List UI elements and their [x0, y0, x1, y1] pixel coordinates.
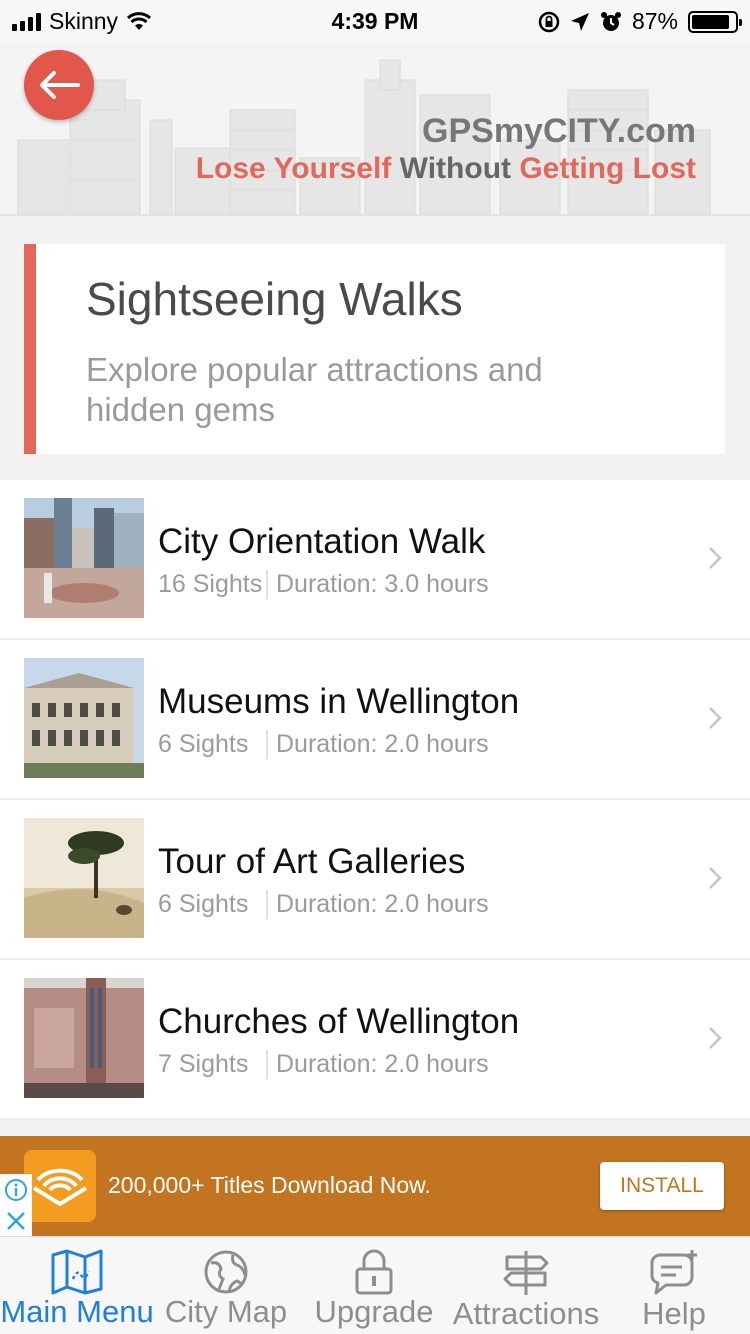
walk-duration: Duration: 2.0 hours	[276, 890, 489, 918]
map-icon	[51, 1249, 103, 1295]
tagline: Lose Yourself Without Getting Lost	[196, 152, 696, 186]
tab-label: Help	[642, 1296, 706, 1331]
tab-main-menu[interactable]: Main Menu	[0, 1237, 154, 1334]
list-item-churches-of-wellington[interactable]: Churches of Wellington 7 Sights Duration…	[0, 960, 750, 1120]
chevron-right-icon	[709, 867, 722, 889]
list-item-city-orientation-walk[interactable]: City Orientation Walk 16 Sights Duration…	[0, 480, 750, 640]
chevron-right-icon	[709, 707, 722, 729]
tab-label: Attractions	[452, 1296, 600, 1331]
location-arrow-icon	[570, 12, 589, 31]
walk-duration: Duration: 2.0 hours	[276, 1050, 489, 1078]
status-right: 87%	[538, 8, 742, 35]
walk-meta: 6 Sights Duration: 2.0 hours	[158, 890, 489, 919]
tab-label: Upgrade	[314, 1294, 434, 1329]
list-item-tour-of-art-galleries[interactable]: Tour of Art Galleries 6 Sights Duration:…	[0, 800, 750, 960]
info-icon[interactable]	[4, 1178, 28, 1202]
section-header-card: Sightseeing Walks Explore popular attrac…	[24, 244, 725, 454]
alarm-icon	[600, 11, 621, 31]
brand-name: GPSmyCITY.com	[422, 112, 696, 150]
list-item-museums-in-wellington[interactable]: Museums in Wellington 6 Sights Duration:…	[0, 640, 750, 800]
walk-title: Churches of Wellington	[158, 1002, 520, 1041]
back-arrow-icon	[40, 71, 80, 99]
audible-logo-icon	[24, 1150, 96, 1222]
battery-percent: 87%	[631, 8, 678, 34]
walk-thumbnail	[24, 978, 144, 1098]
lock-icon	[355, 1249, 393, 1295]
sights-count: 16 Sights	[158, 570, 268, 599]
tab-attractions[interactable]: Attractions	[452, 1237, 600, 1334]
rotation-lock-icon	[538, 11, 560, 32]
ad-text: 200,000+ Titles Download Now.	[108, 1172, 431, 1198]
walk-thumbnail	[24, 818, 144, 938]
tab-label: City Map	[164, 1294, 288, 1329]
walk-duration: Duration: 3.0 hours	[276, 570, 489, 598]
walk-meta: 16 Sights Duration: 3.0 hours	[158, 570, 489, 599]
page-subtitle: Explore popular attractions and hidden g…	[86, 351, 543, 428]
app-header: GPSmyCITY.com Lose Yourself Without Gett…	[0, 42, 750, 216]
tab-city-map[interactable]: City Map	[152, 1237, 300, 1334]
install-button[interactable]: INSTALL	[600, 1162, 724, 1210]
walk-duration: Duration: 2.0 hours	[276, 730, 489, 758]
walk-thumbnail	[24, 658, 144, 778]
walk-list: City Orientation Walk 16 Sights Duration…	[0, 480, 750, 1120]
close-ad-icon[interactable]	[5, 1210, 27, 1232]
walk-title: City Orientation Walk	[158, 522, 486, 561]
sights-count: 7 Sights	[158, 1050, 268, 1079]
battery-icon	[688, 10, 742, 33]
walk-title: Tour of Art Galleries	[158, 842, 466, 881]
sights-count: 6 Sights	[158, 890, 268, 919]
walk-meta: 7 Sights Duration: 2.0 hours	[158, 1050, 489, 1079]
sights-count: 6 Sights	[158, 730, 268, 759]
tagline-part2: Without	[391, 152, 520, 185]
signpost-icon	[503, 1251, 549, 1295]
tab-upgrade[interactable]: Upgrade	[304, 1237, 444, 1334]
walk-thumbnail	[24, 498, 144, 618]
page-title: Sightseeing Walks	[86, 273, 463, 325]
walk-title: Museums in Wellington	[158, 682, 520, 721]
chevron-right-icon	[709, 547, 722, 569]
back-button[interactable]	[24, 50, 94, 120]
ad-choices[interactable]	[0, 1174, 32, 1236]
tagline-part1: Lose Yourself	[195, 152, 392, 185]
tagline-part3: Getting Lost	[519, 152, 696, 185]
status-bar: Skinny 4:39 PM 87%	[0, 0, 750, 42]
walk-meta: 6 Sights Duration: 2.0 hours	[158, 730, 489, 759]
tab-help[interactable]: Help	[608, 1237, 740, 1334]
tab-label: Main Menu	[0, 1294, 154, 1329]
chevron-right-icon	[709, 1027, 722, 1049]
chat-icon	[650, 1250, 697, 1295]
tab-bar: Main Menu City Map Upgrade Attractions H…	[0, 1236, 750, 1334]
ad-banner[interactable]: 200,000+ Titles Download Now. INSTALL	[0, 1136, 750, 1236]
globe-icon	[204, 1250, 248, 1294]
